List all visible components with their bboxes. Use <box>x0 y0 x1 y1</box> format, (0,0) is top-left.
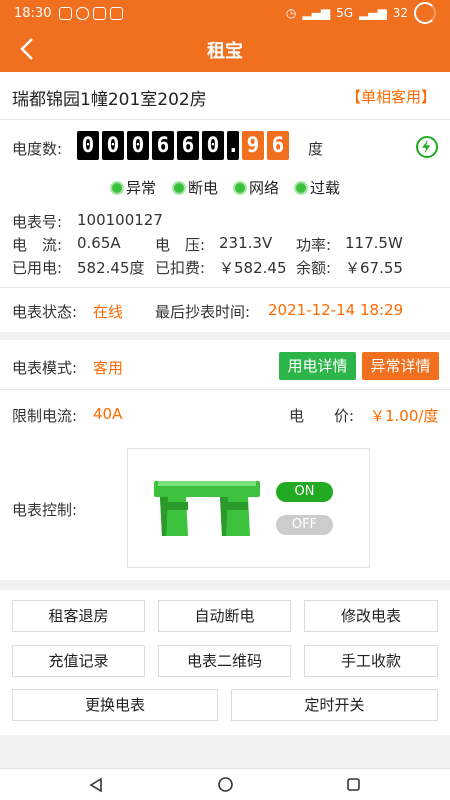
reading-digit: 0 <box>77 131 99 160</box>
switch-on-button[interactable]: ON <box>276 482 333 502</box>
reading-unit: 度 <box>308 140 324 158</box>
app-icon <box>93 6 107 20</box>
meter-no-label: 电表号: <box>12 213 63 231</box>
signal-icon: ▂▄▆ <box>302 6 331 20</box>
price-value: ￥1.00/度 <box>370 407 439 425</box>
nav-recents-icon[interactable] <box>346 777 361 792</box>
lightning-icon[interactable] <box>416 136 438 158</box>
system-nav-bar <box>0 768 450 800</box>
recharge-records-button[interactable]: 充值记录 <box>12 645 145 677</box>
reading-decimal-digit: 9 <box>242 131 264 160</box>
status-time: 18:30 <box>14 5 52 21</box>
reading-display: 0 0 0 6 6 0 . 9 6 <box>77 131 289 160</box>
notification-icon <box>59 6 73 20</box>
nav-back-icon[interactable] <box>88 777 104 793</box>
room-name: 瑞都锦园1幢201室202房 <box>12 90 207 110</box>
voltage-label: 电 压: <box>155 236 206 254</box>
indicator-label: 过载 <box>310 179 341 197</box>
meter-no-value: 100100127 <box>77 211 163 229</box>
status-dot-icon <box>233 180 247 195</box>
price-label: 电 价: <box>289 407 355 425</box>
tenant-checkout-button[interactable]: 租客退房 <box>12 600 145 632</box>
meter-qr-code-button[interactable]: 电表二维码 <box>158 645 291 677</box>
last-read-label: 最后抄表时间: <box>155 303 251 321</box>
usage-details-button[interactable]: 用电详情 <box>279 352 356 380</box>
auto-cutoff-button[interactable]: 自动断电 <box>158 600 291 632</box>
reading-digit: 0 <box>102 131 124 160</box>
edit-meter-button[interactable]: 修改电表 <box>304 600 438 632</box>
breaker-switch-icon[interactable] <box>154 478 262 538</box>
balance-value: ￥67.55 <box>345 259 403 277</box>
reading-digit: 6 <box>177 131 199 160</box>
switch-off-button[interactable]: OFF <box>276 515 333 535</box>
chat-icon <box>76 6 90 20</box>
current-value: 0.65A <box>77 234 121 252</box>
reading-decimal-point: . <box>227 131 240 160</box>
battery-level: 32 <box>392 6 408 20</box>
indicator-overload: 过载 <box>294 177 340 198</box>
indicator-label: 断电 <box>188 179 219 197</box>
status-right: ◷ ▂▄▆ 5G ▂▄▆ 32 <box>286 2 436 24</box>
page-title: 租宝 <box>207 41 243 62</box>
alarm-icon: ◷ <box>285 6 297 20</box>
network-type: 5G <box>336 6 354 20</box>
abnormal-details-button[interactable]: 异常详情 <box>362 352 439 380</box>
meter-type-tag: 【单相客用】 <box>345 88 436 106</box>
balance-label: 余额: <box>296 259 332 277</box>
voltage-value: 231.3V <box>219 234 273 252</box>
deducted-label: 已扣费: <box>155 259 206 277</box>
meter-control-label: 电表控制: <box>12 501 78 519</box>
reading-digit: 6 <box>152 131 174 160</box>
reading-decimal-digit: 6 <box>267 131 289 160</box>
used-value: 582.45度 <box>77 259 145 277</box>
indicator-label: 异常 <box>126 179 157 197</box>
notification-icons <box>59 6 124 20</box>
status-dot-icon <box>110 180 124 195</box>
status-dot-icon <box>172 180 186 195</box>
meter-status-value: 在线 <box>93 303 124 321</box>
timer-switch-button[interactable]: 定时开关 <box>231 689 438 721</box>
status-bar: 18:30 ◷ ▂▄▆ 5G ▂▄▆ 32 <box>0 0 450 26</box>
deducted-value: ￥582.45 <box>219 259 287 277</box>
power-label: 功率: <box>296 236 332 254</box>
reading-label: 电度数: <box>12 140 63 158</box>
nav-home-icon[interactable] <box>217 776 234 793</box>
indicator-abnormal: 异常 <box>110 177 156 198</box>
replace-meter-button[interactable]: 更换电表 <box>12 689 218 721</box>
room-header: 瑞都锦园1幢201室202房 【单相客用】 <box>0 72 450 120</box>
reading-digit: 0 <box>127 131 149 160</box>
meter-status-label: 电表状态: <box>12 303 78 321</box>
battery-icon <box>414 2 436 24</box>
meter-mode-value: 客用 <box>93 359 124 377</box>
indicator-power-off: 断电 <box>172 177 218 198</box>
limit-current-label: 限制电流: <box>12 407 78 425</box>
indicator-label: 网络 <box>249 179 280 197</box>
power-value: 117.5W <box>345 234 403 252</box>
title-bar: 租宝 <box>0 26 450 72</box>
status-dot-icon <box>294 180 308 195</box>
signal-icon: ▂▄▆ <box>359 6 387 20</box>
used-label: 已用电: <box>12 259 63 277</box>
limit-current-value: 40A <box>93 405 123 423</box>
last-read-value: 2021-12-14 18:29 <box>268 301 404 319</box>
reading-digit: 0 <box>202 131 224 160</box>
current-label: 电 流: <box>12 236 63 254</box>
meter-mode-label: 电表模式: <box>12 359 78 377</box>
indicator-network: 网络 <box>233 177 279 198</box>
app-icon <box>110 6 124 20</box>
manual-payment-button[interactable]: 手工收款 <box>304 645 438 677</box>
